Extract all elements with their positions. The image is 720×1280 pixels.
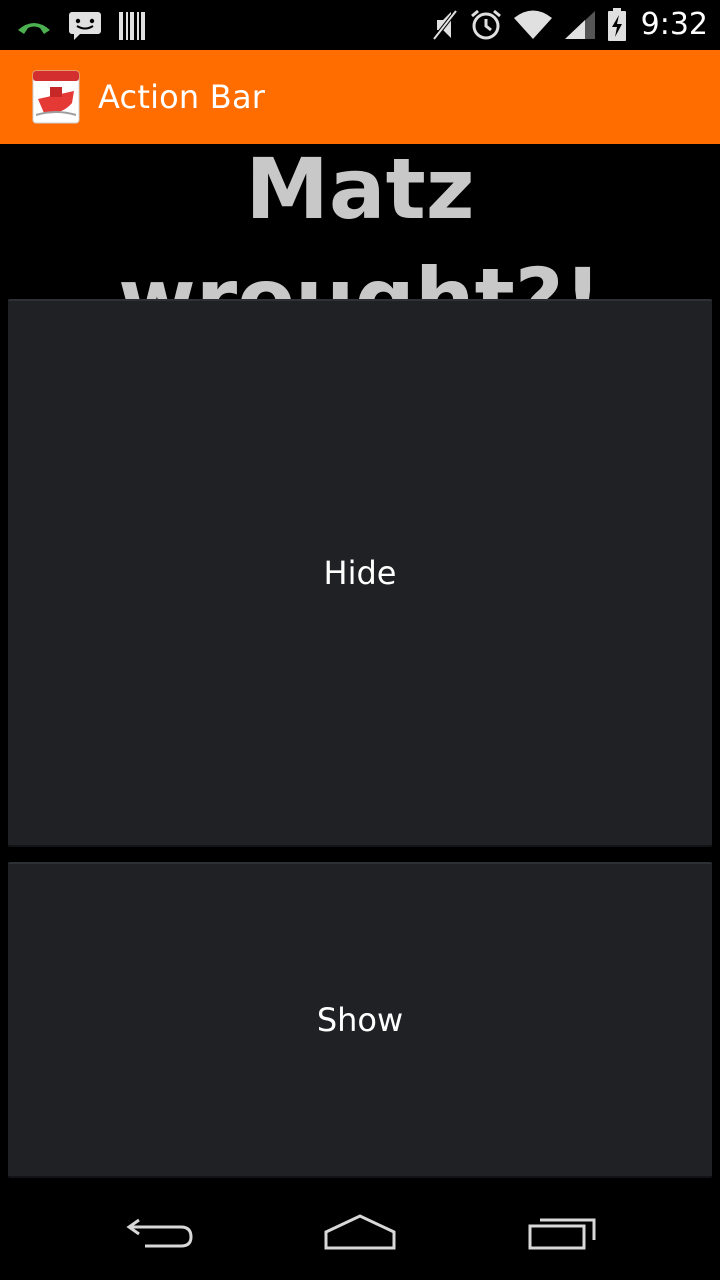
alarm-icon [469, 8, 503, 42]
back-icon [126, 1218, 193, 1248]
action-bar: Action Bar [0, 50, 720, 144]
home-button[interactable] [300, 1202, 420, 1262]
home-icon [324, 1214, 396, 1250]
recents-icon [528, 1218, 596, 1250]
action-bar-title: Action Bar [98, 78, 266, 116]
navigation-bar [0, 1180, 720, 1280]
wifi-icon [513, 9, 553, 41]
status-time: 9:32 [640, 7, 708, 42]
signal-icon [563, 9, 597, 41]
status-notifications [16, 8, 146, 44]
battery-charging-icon [607, 8, 627, 42]
hide-button[interactable]: Hide [8, 299, 712, 847]
screen: 9:32 Action Bar What hath Matz wrought?!… [0, 0, 720, 1280]
recents-button[interactable] [502, 1202, 622, 1262]
phone-call-icon [16, 16, 52, 36]
show-button[interactable]: Show [8, 862, 712, 1178]
barcode-icon [118, 11, 146, 41]
mute-icon [431, 8, 459, 42]
status-bar: 9:32 [0, 0, 720, 50]
ruboto-app-icon[interactable] [32, 69, 80, 125]
back-button[interactable] [100, 1202, 220, 1262]
sms-icon [68, 11, 102, 41]
content-area: What hath Matz wrought?! Hide Show [0, 144, 720, 1180]
status-system: 9:32 [431, 6, 708, 44]
